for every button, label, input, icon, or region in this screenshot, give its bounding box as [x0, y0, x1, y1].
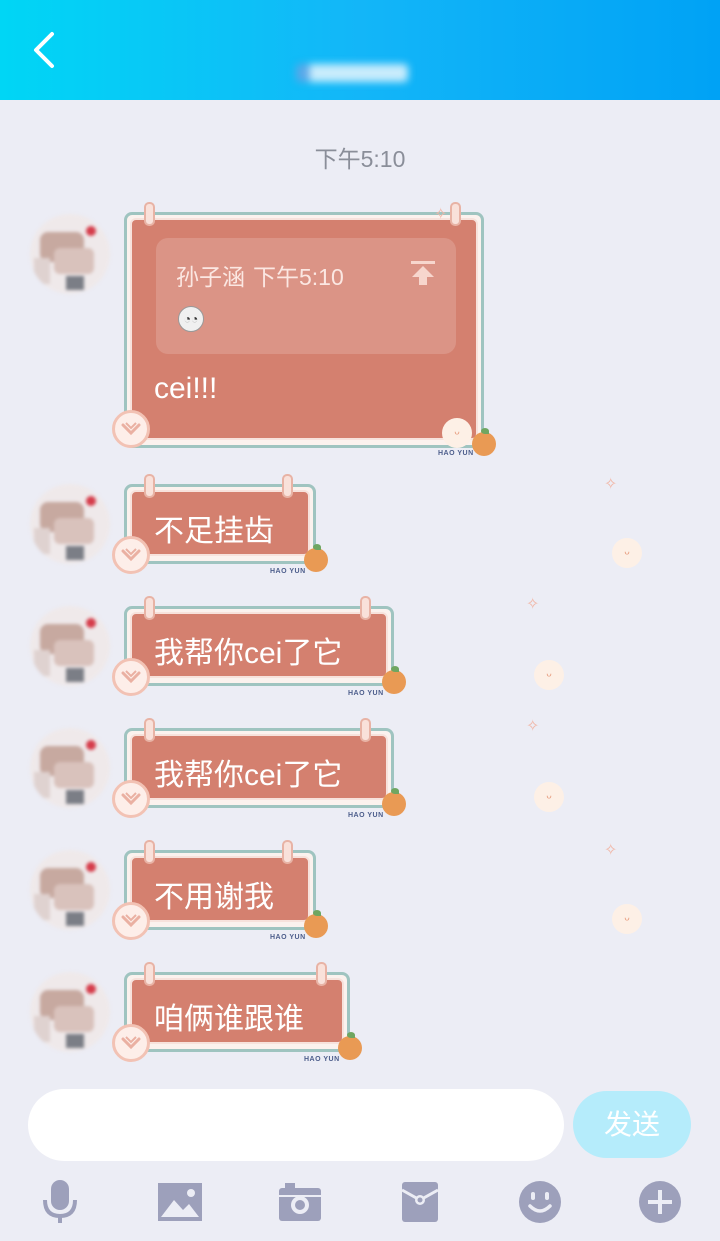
quote-author: 孙子涵: [176, 264, 245, 290]
smile-face-icon: ᵕ: [612, 904, 642, 934]
brand-label: HAO YUN: [304, 1056, 340, 1063]
chevron-left-icon: [34, 32, 54, 68]
heart-badge-icon: [112, 410, 150, 448]
quoted-message[interactable]: 孙子涵 下午5:10 ◔◔: [156, 238, 456, 354]
message-input[interactable]: [28, 1089, 564, 1161]
input-bar: 发送: [0, 1072, 720, 1241]
message-text: 我帮你cei了它: [154, 637, 343, 670]
orange-icon: [304, 910, 328, 938]
time-divider: 下午5:10: [314, 146, 406, 172]
sparkle-icon: ✧: [604, 476, 618, 493]
smile-face-icon: ᵕ: [442, 418, 472, 448]
orange-icon: [304, 544, 328, 572]
microphone-icon: [43, 1180, 77, 1223]
orange-icon: [472, 428, 496, 456]
camera-button[interactable]: [276, 1178, 324, 1226]
chat-header: [0, 0, 720, 100]
orange-icon: [382, 666, 406, 694]
message-text: 我帮你cei了它: [154, 759, 343, 792]
plus-icon: [639, 1181, 681, 1223]
message-text: cei!!!: [154, 372, 218, 405]
avatar[interactable]: [30, 972, 110, 1052]
avatar[interactable]: [30, 606, 110, 686]
sparkle-icon: ✧: [526, 596, 540, 613]
camera-icon: [279, 1183, 321, 1221]
message-text: 不足挂齿: [154, 515, 274, 548]
heart-badge-icon: [112, 902, 150, 940]
red-packet-icon: [401, 1182, 439, 1222]
heart-badge-icon: [112, 536, 150, 574]
brand-label: HAO YUN: [348, 690, 384, 697]
heart-badge-icon: [112, 780, 150, 818]
smile-face-icon: ᵕ: [534, 782, 564, 812]
chat-title[interactable]: [292, 58, 426, 88]
avatar[interactable]: [30, 850, 110, 930]
sparkle-icon: ✧: [526, 718, 540, 735]
message-bubble[interactable]: 咱俩谁跟谁 HAO YUN: [112, 962, 362, 1063]
avatar[interactable]: [30, 214, 110, 294]
image-button[interactable]: [156, 1178, 204, 1226]
message-text: 咱俩谁跟谁: [154, 1003, 304, 1036]
heart-badge-icon: [112, 1024, 150, 1062]
message-bubble[interactable]: 我帮你cei了它 HAO YUN: [112, 718, 406, 819]
orange-icon: [382, 788, 406, 816]
sparkle-icon: ✧: [434, 206, 448, 223]
emoji-button[interactable]: [516, 1178, 564, 1226]
smile-face-icon: ᵕ: [612, 538, 642, 568]
jump-to-message-icon[interactable]: [408, 258, 438, 288]
brand-label: HAO YUN: [348, 812, 384, 819]
brand-label: HAO YUN: [270, 568, 306, 575]
microphone-button[interactable]: [36, 1178, 84, 1226]
emoji-icon: [519, 1181, 561, 1223]
message-text: 不用谢我: [154, 881, 274, 914]
brand-label: HAO YUN: [270, 934, 306, 941]
message-bubble[interactable]: 不用谢我 HAO YUN: [112, 840, 328, 941]
sticker-emoji-icon: ◔◔: [178, 306, 204, 332]
smile-face-icon: ᵕ: [534, 660, 564, 690]
sparkle-icon: ✧: [604, 842, 618, 859]
avatar[interactable]: [30, 484, 110, 564]
message-bubble[interactable]: 我帮你cei了它 HAO YUN: [112, 596, 406, 697]
heart-badge-icon: [112, 658, 150, 696]
brand-label: HAO YUN: [438, 450, 474, 457]
message-bubble[interactable]: 不足挂齿 HAO YUN: [112, 474, 328, 575]
message-bubble[interactable]: 孙子涵 下午5:10 ◔◔ cei!!! ᵕ HAO YUN ✧: [112, 202, 496, 457]
red-packet-button[interactable]: [396, 1178, 444, 1226]
back-button[interactable]: [24, 28, 64, 72]
send-button[interactable]: 发送: [573, 1091, 691, 1158]
image-icon: [158, 1183, 202, 1221]
quote-time: 下午5:10: [253, 264, 344, 290]
orange-icon: [338, 1032, 362, 1060]
plus-button[interactable]: [636, 1178, 684, 1226]
avatar[interactable]: [30, 728, 110, 808]
